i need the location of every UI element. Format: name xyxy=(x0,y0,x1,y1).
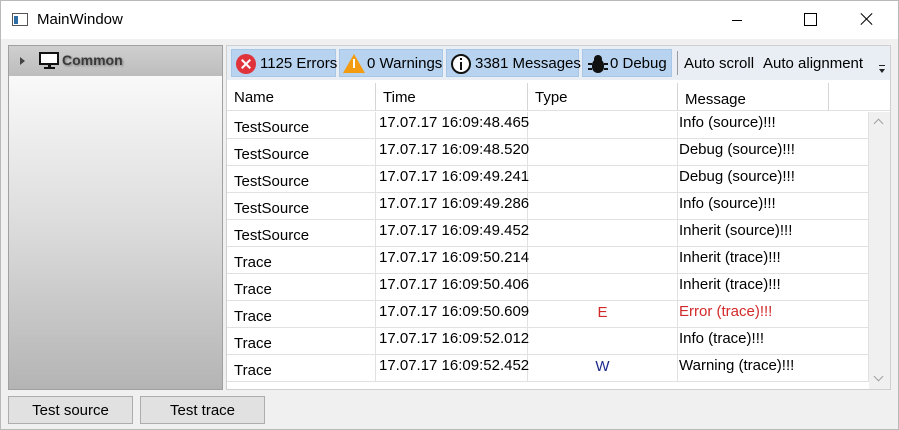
debug-count-label: 0 Debug xyxy=(610,55,667,72)
cell-type xyxy=(528,247,678,273)
cell-message: Debug (source)!!! xyxy=(678,166,869,192)
tree-item-label: Common xyxy=(62,52,123,68)
filter-toolbar: 1125 Errors 0 Warnings 3381 Messages 0 D… xyxy=(227,46,890,80)
cell-message: Warning (trace)!!! xyxy=(678,355,869,381)
cell-time: 17.07.17 16:09:50.214 xyxy=(376,247,529,273)
main-window: MainWindow Common 1125 Errors 0 Warnings xyxy=(0,0,899,430)
table-row[interactable]: Trace 17.07.17 16:09:50.609 E Error (tra… xyxy=(227,301,869,328)
scroll-down-arrow-icon[interactable] xyxy=(873,371,884,382)
table-row[interactable]: TestSource 17.07.17 16:09:49.286 Info (s… xyxy=(227,193,869,220)
cell-type xyxy=(528,166,678,192)
cell-type xyxy=(528,112,678,138)
warnings-count-label: 0 Warnings xyxy=(367,55,443,72)
cell-message: Error (trace)!!! xyxy=(678,301,869,327)
minimize-button[interactable] xyxy=(714,1,760,39)
close-button[interactable] xyxy=(844,1,890,39)
cell-type xyxy=(528,193,678,219)
test-source-button[interactable]: Test source xyxy=(8,396,133,424)
cell-type xyxy=(528,220,678,246)
scroll-up-arrow-icon[interactable] xyxy=(873,118,884,129)
column-header-time[interactable]: Time xyxy=(376,83,528,111)
cell-name: Trace xyxy=(227,328,376,354)
table-row[interactable]: Trace 17.07.17 16:09:52.012 Info (trace)… xyxy=(227,328,869,355)
cell-name: TestSource xyxy=(227,112,376,138)
expand-arrow-icon[interactable] xyxy=(20,57,25,65)
cell-time: 17.07.17 16:09:52.452 xyxy=(376,355,529,381)
table-row[interactable]: Trace 17.07.17 16:09:50.406 Inherit (tra… xyxy=(227,274,869,301)
errors-filter-button[interactable]: 1125 Errors xyxy=(231,49,338,77)
cell-time: 17.07.17 16:09:49.241 xyxy=(376,166,529,192)
table-row[interactable]: Trace 17.07.17 16:09:52.452 W Warning (t… xyxy=(227,355,869,382)
bug-icon xyxy=(588,54,608,74)
window-title: MainWindow xyxy=(37,11,123,28)
toolbar-overflow-icon[interactable] xyxy=(878,65,886,75)
log-panel: 1125 Errors 0 Warnings 3381 Messages 0 D… xyxy=(226,45,891,390)
auto-alignment-toggle[interactable]: Auto alignment xyxy=(763,55,863,72)
cell-message: Inherit (trace)!!! xyxy=(678,274,869,300)
messages-count-label: 3381 Messages xyxy=(475,55,581,72)
cell-name: Trace xyxy=(227,301,376,327)
table-row[interactable]: TestSource 17.07.17 16:09:49.241 Debug (… xyxy=(227,166,869,193)
cell-type xyxy=(528,139,678,165)
cell-time: 17.07.17 16:09:48.520 xyxy=(376,139,529,165)
cell-time: 17.07.17 16:09:52.012 xyxy=(376,328,529,354)
cell-name: TestSource xyxy=(227,220,376,246)
cell-message: Inherit (source)!!! xyxy=(678,220,869,246)
table-row[interactable]: Trace 17.07.17 16:09:50.214 Inherit (tra… xyxy=(227,247,869,274)
cell-type: W xyxy=(528,355,678,381)
maximize-button[interactable] xyxy=(786,1,832,39)
cell-time: 17.07.17 16:09:50.406 xyxy=(376,274,529,300)
toolbar-separator xyxy=(677,51,678,75)
auto-scroll-toggle[interactable]: Auto scroll xyxy=(684,55,754,72)
cell-name: TestSource xyxy=(227,193,376,219)
title-bar: MainWindow xyxy=(1,1,898,39)
cell-type xyxy=(528,274,678,300)
column-header-filler xyxy=(829,83,869,111)
vertical-scrollbar[interactable] xyxy=(869,112,890,389)
cell-time: 17.07.17 16:09:49.286 xyxy=(376,193,529,219)
column-header-type[interactable]: Type xyxy=(528,83,678,111)
table-row[interactable]: TestSource 17.07.17 16:09:48.520 Debug (… xyxy=(227,139,869,166)
cell-message: Inherit (trace)!!! xyxy=(678,247,869,273)
tree-item-common[interactable]: Common xyxy=(9,46,222,76)
monitor-icon xyxy=(39,52,59,69)
table-row[interactable]: TestSource 17.07.17 16:09:48.465 Info (s… xyxy=(227,112,869,139)
cell-name: Trace xyxy=(227,355,376,381)
column-header-name[interactable]: Name xyxy=(227,83,376,111)
source-tree: Common xyxy=(8,45,223,390)
column-header-message[interactable]: Message xyxy=(678,83,829,111)
cell-message: Debug (source)!!! xyxy=(678,139,869,165)
cell-time: 17.07.17 16:09:50.609 xyxy=(376,301,529,327)
cell-time: 17.07.17 16:09:48.465 xyxy=(376,112,529,138)
info-icon xyxy=(451,54,471,74)
grid-header: Name Time Type Message xyxy=(227,83,890,111)
errors-count-label: 1125 Errors xyxy=(260,55,338,72)
error-icon xyxy=(236,54,256,74)
cell-name: Trace xyxy=(227,274,376,300)
test-trace-button[interactable]: Test trace xyxy=(140,396,265,424)
cell-name: Trace xyxy=(227,247,376,273)
cell-time: 17.07.17 16:09:49.452 xyxy=(376,220,529,246)
app-window-icon xyxy=(12,13,28,26)
cell-message: Info (trace)!!! xyxy=(678,328,869,354)
cell-type xyxy=(528,328,678,354)
cell-name: TestSource xyxy=(227,166,376,192)
cell-message: Info (source)!!! xyxy=(678,112,869,138)
debug-filter-button[interactable]: 0 Debug xyxy=(582,49,672,77)
cell-message: Info (source)!!! xyxy=(678,193,869,219)
table-row[interactable]: TestSource 17.07.17 16:09:49.452 Inherit… xyxy=(227,220,869,247)
warnings-filter-button[interactable]: 0 Warnings xyxy=(339,49,443,77)
cell-type: E xyxy=(528,301,678,327)
messages-filter-button[interactable]: 3381 Messages xyxy=(446,49,581,77)
cell-name: TestSource xyxy=(227,139,376,165)
